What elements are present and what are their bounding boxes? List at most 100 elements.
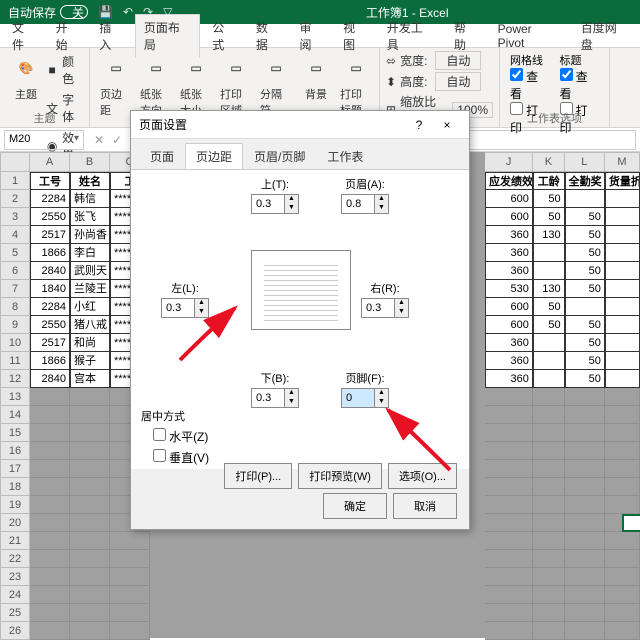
cell[interactable] [605, 298, 640, 316]
name-box[interactable]: M20 [4, 130, 84, 150]
col-header[interactable]: K [533, 152, 565, 172]
cell[interactable] [533, 460, 565, 478]
cell[interactable] [70, 388, 110, 406]
cell[interactable] [605, 406, 640, 424]
cell[interactable] [30, 496, 70, 514]
cell[interactable]: 1866 [30, 244, 70, 262]
cell[interactable]: 武则天 [70, 262, 110, 280]
cell[interactable] [533, 532, 565, 550]
cell[interactable]: 530 [485, 280, 533, 298]
cell[interactable] [70, 604, 110, 622]
right-spinner[interactable]: ▲▼ [361, 298, 409, 318]
cell[interactable] [565, 478, 605, 496]
cell[interactable]: 360 [485, 262, 533, 280]
cell[interactable] [30, 442, 70, 460]
cell[interactable]: 360 [485, 226, 533, 244]
row-header[interactable]: 22 [0, 550, 30, 568]
row-header[interactable]: 23 [0, 568, 30, 586]
bottom-spinner[interactable]: ▲▼ [251, 388, 299, 408]
cell[interactable] [30, 478, 70, 496]
cell[interactable] [110, 550, 150, 568]
row-header[interactable]: 7 [0, 280, 30, 298]
cell[interactable]: 50 [565, 226, 605, 244]
row-header[interactable]: 21 [0, 532, 30, 550]
cell[interactable] [485, 568, 533, 586]
cell[interactable]: 360 [485, 334, 533, 352]
table-header[interactable]: 全勤奖 [565, 172, 605, 190]
cell[interactable]: 50 [565, 280, 605, 298]
cell[interactable] [605, 190, 640, 208]
table-header[interactable]: 应发绩效 [485, 172, 533, 190]
cell[interactable] [605, 244, 640, 262]
cell[interactable]: 宫本 [70, 370, 110, 388]
cell[interactable] [485, 496, 533, 514]
cell[interactable] [70, 424, 110, 442]
cell[interactable] [565, 550, 605, 568]
cell[interactable] [110, 604, 150, 622]
cell[interactable] [533, 478, 565, 496]
row-header[interactable]: 5 [0, 244, 30, 262]
grid-view-check[interactable]: 查看 [510, 72, 538, 101]
cell[interactable] [485, 586, 533, 604]
cell[interactable] [605, 478, 640, 496]
cell[interactable]: 600 [485, 316, 533, 334]
cell[interactable] [70, 586, 110, 604]
col-header[interactable]: B [70, 152, 110, 172]
cell[interactable]: 李白 [70, 244, 110, 262]
dialog-tab[interactable]: 工作表 [316, 143, 374, 170]
cell[interactable] [605, 496, 640, 514]
cell[interactable] [110, 622, 150, 640]
row-header[interactable]: 3 [0, 208, 30, 226]
cell[interactable] [30, 514, 70, 532]
cell[interactable]: 小红 [70, 298, 110, 316]
cell[interactable] [533, 388, 565, 406]
cell[interactable] [533, 622, 565, 640]
cell[interactable] [30, 424, 70, 442]
cell[interactable]: 兰陵王 [70, 280, 110, 298]
cell[interactable]: 50 [565, 352, 605, 370]
cell[interactable]: 2550 [30, 316, 70, 334]
cell[interactable] [565, 424, 605, 442]
cell[interactable] [70, 532, 110, 550]
cell[interactable] [533, 352, 565, 370]
cell[interactable]: 600 [485, 298, 533, 316]
cell[interactable] [605, 604, 640, 622]
cell[interactable] [565, 460, 605, 478]
cell[interactable] [70, 550, 110, 568]
cell[interactable] [30, 460, 70, 478]
cell[interactable] [565, 604, 605, 622]
cell[interactable] [70, 514, 110, 532]
cell[interactable] [70, 496, 110, 514]
cell[interactable] [485, 460, 533, 478]
cell[interactable]: 50 [533, 316, 565, 334]
col-header[interactable]: J [485, 152, 533, 172]
table-header[interactable]: 工号 [30, 172, 70, 190]
row-header[interactable]: 25 [0, 604, 30, 622]
cell[interactable] [565, 388, 605, 406]
cell[interactable]: 孙尚香 [70, 226, 110, 244]
cell[interactable]: 和尚 [70, 334, 110, 352]
table-header[interactable]: 姓名 [70, 172, 110, 190]
cell[interactable] [70, 442, 110, 460]
cell[interactable] [605, 352, 640, 370]
cell[interactable] [70, 460, 110, 478]
cell[interactable]: 50 [565, 370, 605, 388]
cell[interactable] [533, 424, 565, 442]
cell[interactable]: 50 [533, 190, 565, 208]
row-header[interactable]: 12 [0, 370, 30, 388]
cell[interactable] [605, 622, 640, 640]
cell[interactable] [565, 406, 605, 424]
row-header[interactable]: 11 [0, 352, 30, 370]
cell[interactable] [605, 226, 640, 244]
cell[interactable] [605, 532, 640, 550]
height-row[interactable]: ⬍高度:自动 [386, 71, 493, 92]
cell[interactable] [485, 388, 533, 406]
cell[interactable] [565, 622, 605, 640]
cell[interactable]: 2550 [30, 208, 70, 226]
cell[interactable] [533, 550, 565, 568]
cell[interactable]: 360 [485, 244, 533, 262]
cell[interactable] [533, 442, 565, 460]
select-all-corner[interactable] [0, 152, 30, 172]
cell[interactable]: 600 [485, 208, 533, 226]
cell[interactable] [533, 244, 565, 262]
